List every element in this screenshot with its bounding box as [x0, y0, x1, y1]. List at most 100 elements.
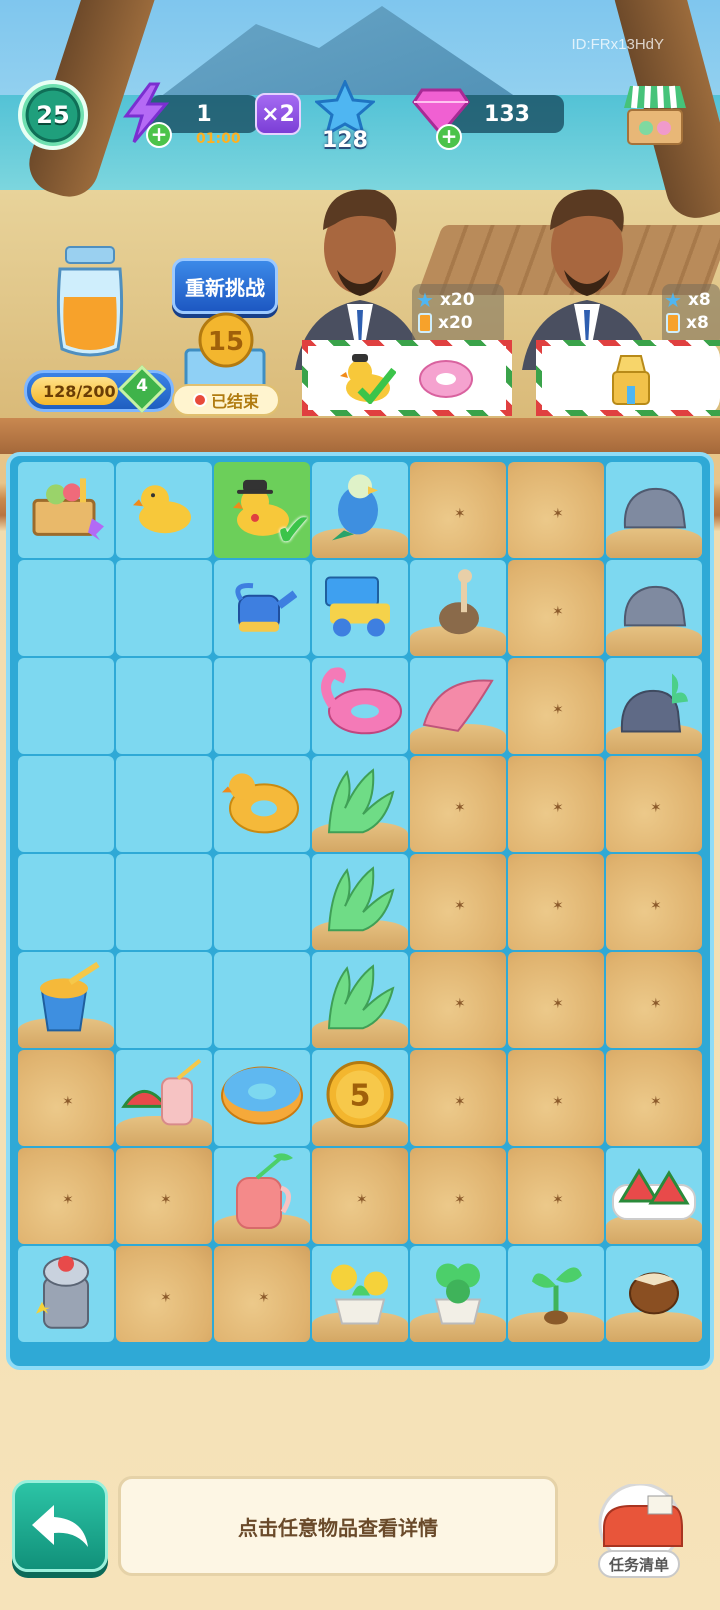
board-cell-r8-c4[interactable]	[410, 1246, 506, 1342]
ended-label: 已结束	[210, 392, 259, 411]
energy-timer: 01:00	[196, 131, 241, 147]
board-cell-r3-c0[interactable]	[18, 756, 114, 852]
seed-icon	[624, 1265, 684, 1317]
juice-jar-icon[interactable]	[48, 245, 132, 363]
board-cell-r5-c3[interactable]	[312, 952, 408, 1048]
level-badge[interactable]: 25	[18, 80, 88, 150]
board-cell-r4-c5[interactable]	[508, 854, 604, 950]
energy-count: 1	[196, 101, 212, 127]
sand-bucket-icon	[26, 960, 106, 1032]
board-cell-r4-c6[interactable]	[606, 854, 702, 950]
board-cell-r3-c6[interactable]	[606, 756, 702, 852]
board-cell-r7-c5[interactable]	[508, 1148, 604, 1244]
star-icon: ★	[416, 288, 434, 312]
back-button[interactable]	[12, 1480, 108, 1572]
board-cell-r6-c5[interactable]	[508, 1050, 604, 1146]
add-gems-button[interactable]: +	[436, 124, 462, 150]
juice-icon	[418, 313, 432, 333]
board-cell-r0-c2[interactable]: ✔	[214, 462, 310, 558]
customer-1-order-card[interactable]	[302, 340, 512, 416]
board-cell-r6-c1[interactable]	[116, 1050, 212, 1146]
board-cell-r2-c4[interactable]	[410, 658, 506, 754]
board-cell-r7-c2[interactable]	[214, 1148, 310, 1244]
svg-text:5: 5	[350, 1079, 371, 1114]
board-cell-r3-c2[interactable]	[214, 756, 310, 852]
wooden-ledge	[0, 418, 720, 454]
toy-truck-icon	[320, 570, 400, 640]
board-cell-r7-c4[interactable]	[410, 1148, 506, 1244]
board-cell-r7-c3[interactable]	[312, 1148, 408, 1244]
board-cell-r6-c2[interactable]	[214, 1050, 310, 1146]
player-id: ID:FRx13HdY	[571, 36, 664, 53]
board-cell-r4-c1[interactable]	[116, 854, 212, 950]
board-cell-r1-c2[interactable]	[214, 560, 310, 656]
board-cell-r0-c0[interactable]	[18, 462, 114, 558]
board-cell-r6-c6[interactable]	[606, 1050, 702, 1146]
task-list-button[interactable]: 任务清单	[598, 1550, 680, 1578]
multiplier-button[interactable]: ×2	[255, 93, 301, 135]
board-cell-r8-c2[interactable]	[214, 1246, 310, 1342]
level-number: 25	[36, 101, 70, 129]
board-cell-r5-c0[interactable]	[18, 952, 114, 1048]
board-cell-r6-c3[interactable]: 5	[312, 1050, 408, 1146]
board-cell-r8-c6[interactable]	[606, 1246, 702, 1342]
board-cell-r0-c3[interactable]	[312, 462, 408, 558]
board-cell-r7-c6[interactable]	[606, 1148, 702, 1244]
board-cell-r3-c5[interactable]	[508, 756, 604, 852]
board-cell-r5-c2[interactable]	[214, 952, 310, 1048]
board-cell-r5-c6[interactable]	[606, 952, 702, 1048]
board-cell-r2-c1[interactable]	[116, 658, 212, 754]
board-cell-r5-c4[interactable]	[410, 952, 506, 1048]
add-energy-button[interactable]: +	[146, 122, 172, 148]
board-cell-r1-c5[interactable]	[508, 560, 604, 656]
board-cell-r4-c3[interactable]	[312, 854, 408, 950]
board-cell-r5-c1[interactable]	[116, 952, 212, 1048]
board-cell-r1-c6[interactable]	[606, 560, 702, 656]
board-cell-r8-c1[interactable]	[116, 1246, 212, 1342]
merge-board: ✔5	[6, 452, 714, 1370]
donut-float-icon	[218, 1060, 306, 1130]
board-cell-r3-c1[interactable]	[116, 756, 212, 852]
juice-jug-icon	[227, 1152, 297, 1232]
customer-2-order-card[interactable]	[536, 340, 720, 416]
board-cell-r0-c6[interactable]	[606, 462, 702, 558]
board-cell-r1-c4[interactable]	[410, 560, 506, 656]
flamingo-icon	[315, 665, 405, 739]
board-cell-r1-c3[interactable]	[312, 560, 408, 656]
board-cell-r4-c4[interactable]	[410, 854, 506, 950]
board-cell-r3-c3[interactable]	[312, 756, 408, 852]
board-cell-r0-c5[interactable]	[508, 462, 604, 558]
retry-challenge-button[interactable]: 重新挑战	[172, 258, 278, 314]
clover-pot-icon	[420, 1256, 496, 1326]
board-cell-r8-c0[interactable]	[18, 1246, 114, 1342]
customer-1-requirement-stars: ★ x20	[416, 288, 475, 312]
board-cell-r6-c0[interactable]	[18, 1050, 114, 1146]
board-cell-r2-c5[interactable]	[508, 658, 604, 754]
board-cell-r2-c3[interactable]	[312, 658, 408, 754]
customer-2-requirement-stars: ★ x8	[664, 288, 711, 312]
customer-1-requirement-juice: x20	[418, 313, 473, 333]
coin-box-icon: 15	[184, 312, 266, 390]
board-cell-r8-c5[interactable]	[508, 1246, 604, 1342]
board-cell-r2-c2[interactable]	[214, 658, 310, 754]
shop-icon[interactable]	[620, 80, 690, 148]
board-cell-r1-c0[interactable]	[18, 560, 114, 656]
flower-pot-icon	[318, 1256, 402, 1326]
board-cell-r7-c1[interactable]	[116, 1148, 212, 1244]
board-cell-r6-c4[interactable]	[410, 1050, 506, 1146]
jar-progress-text: 128/200	[43, 381, 116, 401]
board-cell-r4-c0[interactable]	[18, 854, 114, 950]
board-cell-r7-c0[interactable]	[18, 1148, 114, 1244]
board-cell-r2-c0[interactable]	[18, 658, 114, 754]
basket-icon	[26, 470, 106, 542]
board-cell-r0-c4[interactable]	[410, 462, 506, 558]
board-cell-r3-c4[interactable]	[410, 756, 506, 852]
board-cell-r5-c5[interactable]	[508, 952, 604, 1048]
board-cell-r1-c1[interactable]	[116, 560, 212, 656]
board-cell-r2-c6[interactable]	[606, 658, 702, 754]
board-cell-r0-c1[interactable]	[116, 462, 212, 558]
juice-icon	[666, 313, 680, 333]
gem-count: 133	[484, 101, 530, 127]
board-cell-r8-c3[interactable]	[312, 1246, 408, 1342]
board-cell-r4-c2[interactable]	[214, 854, 310, 950]
